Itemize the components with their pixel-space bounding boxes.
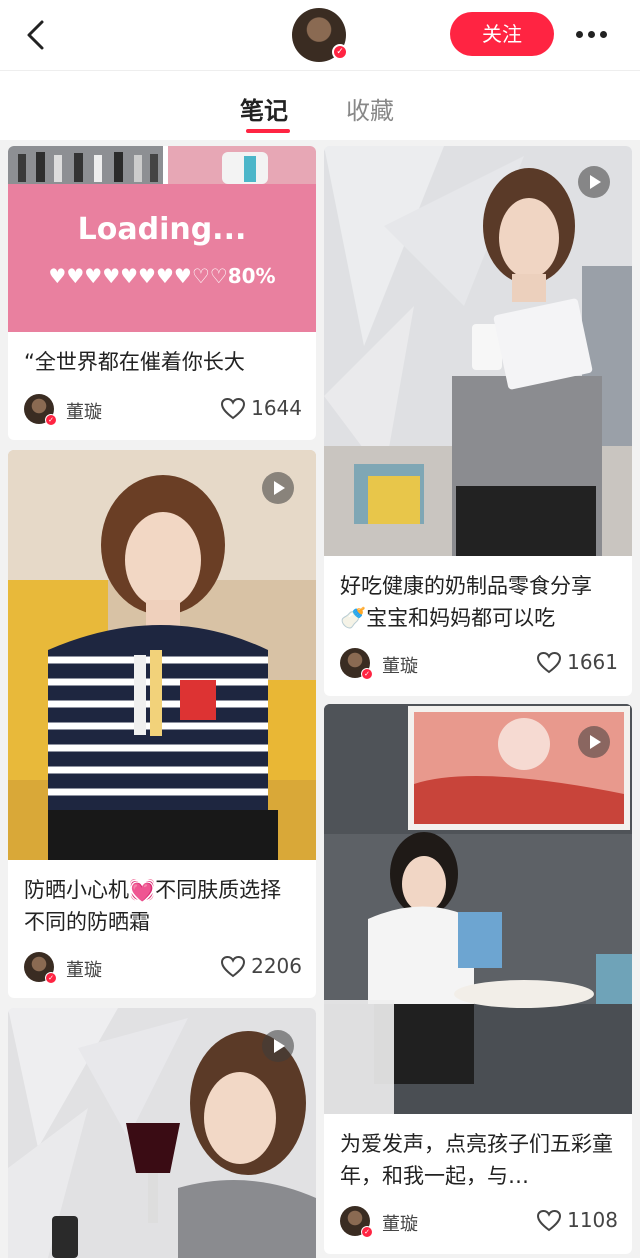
top-bar: ✓ 关注 bbox=[0, 0, 640, 70]
note-meta: ✓ 董璇 1644 bbox=[24, 394, 302, 426]
like-button[interactable]: 1108 bbox=[537, 1208, 618, 1232]
author-avatar[interactable]: ✓ bbox=[340, 1206, 373, 1238]
note-card[interactable] bbox=[8, 1008, 316, 1258]
like-count: 1644 bbox=[251, 396, 302, 420]
heart-icon bbox=[537, 1210, 562, 1232]
loading-progress-hearts: ♥♥♥♥♥♥♥♥♡♡80% bbox=[48, 264, 276, 288]
author-avatar[interactable]: ✓ bbox=[24, 394, 57, 426]
play-icon[interactable] bbox=[262, 472, 294, 504]
tab-collections[interactable]: 收藏 bbox=[346, 91, 394, 126]
verified-badge-icon: ✓ bbox=[361, 668, 373, 680]
loading-graphic: Loading... ♥♥♥♥♥♥♥♥♡♡80% bbox=[8, 184, 316, 332]
note-cover-image bbox=[324, 146, 632, 556]
active-tab-indicator bbox=[246, 129, 290, 133]
note-cover-image bbox=[324, 704, 632, 1114]
like-count: 1108 bbox=[567, 1208, 618, 1232]
verified-badge-icon: ✓ bbox=[45, 972, 57, 984]
note-title: 为爱发声，点亮孩子们五彩童年，和我一起，与… bbox=[340, 1132, 613, 1188]
note-card[interactable]: 为爱发声，点亮孩子们五彩童年，和我一起，与… ✓ 董璇 1108 bbox=[324, 704, 632, 1254]
cover-photo bbox=[324, 146, 632, 556]
cover-photo bbox=[8, 450, 316, 860]
author-name[interactable]: 董璇 bbox=[66, 398, 102, 424]
like-button[interactable]: 1661 bbox=[537, 650, 618, 674]
author-name[interactable]: 董璇 bbox=[382, 1210, 418, 1236]
heart-icon bbox=[537, 652, 562, 674]
heart-icon bbox=[221, 956, 246, 978]
note-meta: ✓ 董璇 2206 bbox=[24, 952, 302, 984]
tab-notes[interactable]: 笔记 bbox=[240, 91, 288, 126]
note-card[interactable]: 防晒小心机💓不同肤质选择不同的防晒霜 ✓ 董璇 2206 bbox=[8, 450, 316, 998]
note-card[interactable]: 好吃健康的奶制品零食分享🍼宝宝和妈妈都可以吃 ✓ 董璇 1661 bbox=[324, 146, 632, 696]
like-button[interactable]: 1644 bbox=[221, 396, 302, 420]
profile-avatar[interactable]: ✓ bbox=[292, 8, 348, 62]
follow-button[interactable]: 关注 bbox=[450, 12, 554, 56]
play-icon[interactable] bbox=[578, 726, 610, 758]
play-icon[interactable] bbox=[262, 1030, 294, 1062]
author-avatar[interactable]: ✓ bbox=[340, 648, 373, 680]
like-button[interactable]: 2206 bbox=[221, 954, 302, 978]
more-dots-icon[interactable] bbox=[574, 24, 610, 44]
note-cover-image bbox=[8, 1008, 316, 1258]
note-title: “全世界都在催着你长大 bbox=[24, 350, 245, 374]
author-name[interactable]: 董璇 bbox=[382, 652, 418, 678]
author-avatar[interactable]: ✓ bbox=[24, 952, 57, 984]
note-title: 好吃健康的奶制品零食分享🍼宝宝和妈妈都可以吃 bbox=[340, 574, 592, 630]
heart-icon bbox=[221, 398, 246, 420]
play-icon[interactable] bbox=[578, 166, 610, 198]
note-cover-image bbox=[8, 450, 316, 860]
verified-badge-icon: ✓ bbox=[45, 414, 57, 426]
back-arrow-icon[interactable] bbox=[22, 18, 52, 52]
like-count: 1661 bbox=[567, 650, 618, 674]
loading-text: Loading... bbox=[77, 212, 247, 247]
verified-badge-icon: ✓ bbox=[361, 1226, 373, 1238]
verified-badge-icon: ✓ bbox=[332, 44, 348, 60]
note-title: 防晒小心机💓不同肤质选择不同的防晒霜 bbox=[24, 878, 282, 934]
cover-photo bbox=[324, 704, 632, 1114]
tab-bar: 笔记 收藏 bbox=[0, 70, 640, 140]
note-card[interactable]: Loading... ♥♥♥♥♥♥♥♥♡♡80% “全世界都在催着你长大 ✓ 董… bbox=[8, 146, 316, 440]
note-cover-image: Loading... ♥♥♥♥♥♥♥♥♡♡80% bbox=[8, 146, 316, 332]
like-count: 2206 bbox=[251, 954, 302, 978]
note-meta: ✓ 董璇 1108 bbox=[340, 1206, 618, 1238]
cover-photo-strip bbox=[8, 146, 316, 184]
author-name[interactable]: 董璇 bbox=[66, 956, 102, 982]
note-meta: ✓ 董璇 1661 bbox=[340, 648, 618, 680]
